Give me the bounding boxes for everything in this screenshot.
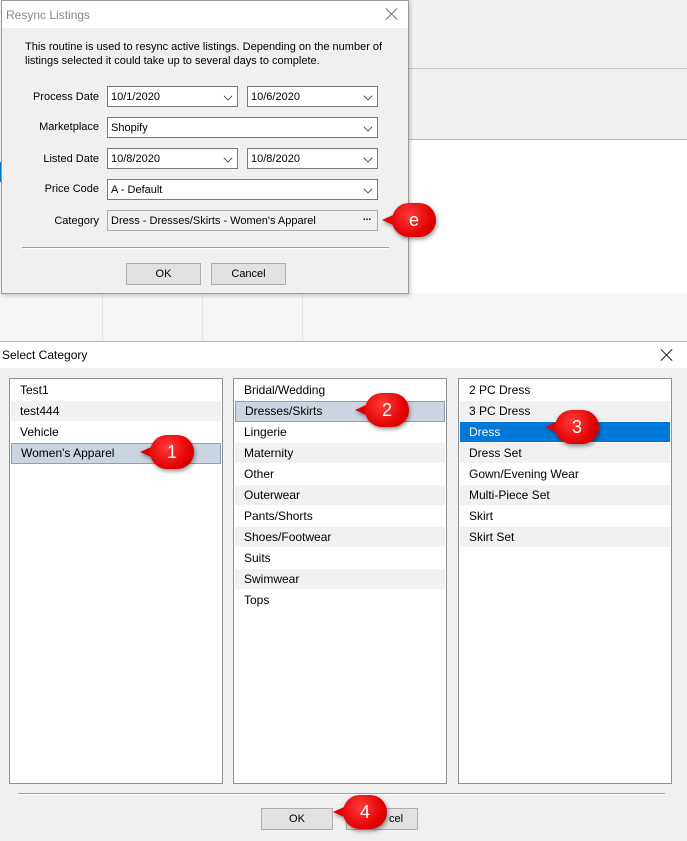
resync-ok-button[interactable]: OK — [126, 263, 201, 285]
callout-label: e — [392, 203, 436, 237]
select-category-ok-button[interactable]: OK — [261, 808, 333, 830]
listed-date-from-picker[interactable]: 10/8/2020 — [107, 148, 238, 169]
chevron-down-icon — [363, 184, 373, 194]
list-item[interactable]: Multi-Piece Set — [460, 485, 670, 506]
list-item[interactable]: Other — [235, 464, 445, 485]
list-item[interactable]: Swimwear — [235, 569, 445, 590]
list-item[interactable]: 2 PC Dress — [460, 380, 670, 401]
listed-date-from-value: 10/8/2020 — [111, 152, 160, 165]
list-item[interactable]: Suits — [235, 548, 445, 569]
select-category-titlebar: Select Category — [0, 342, 687, 368]
callout-1: 1 — [140, 435, 194, 469]
list-item[interactable]: test444 — [11, 401, 221, 422]
callout-label: 2 — [365, 393, 409, 427]
resync-listings-dialog: Resync Listings This routine is used to … — [1, 0, 409, 294]
callout-e: e — [382, 203, 436, 237]
process-date-from-value: 10/1/2020 — [111, 90, 160, 103]
process-date-from-picker[interactable]: 10/1/2020 — [107, 86, 238, 107]
list-item[interactable]: Test1 — [11, 380, 221, 401]
category-field: Dress - Dresses/Skirts - Women's Apparel… — [107, 210, 378, 231]
category-list-level2[interactable]: Bridal/Wedding Dresses/Skirts Lingerie M… — [233, 378, 447, 784]
price-code-label: Price Code — [44, 183, 99, 195]
background-toolbar — [408, 0, 687, 140]
close-icon[interactable] — [384, 6, 400, 22]
category-browse-button[interactable]: ... — [359, 213, 375, 228]
resync-dialog-title: Resync Listings — [6, 7, 91, 22]
chevron-down-icon — [223, 91, 233, 101]
price-code-select[interactable]: A - Default — [107, 179, 378, 200]
background-grid-line — [102, 293, 103, 341]
list-item[interactable]: Skirt — [460, 506, 670, 527]
list-item[interactable]: Outerwear — [235, 485, 445, 506]
callout-label: 4 — [343, 795, 387, 829]
category-value: Dress - Dresses/Skirts - Women's Apparel — [111, 214, 316, 227]
price-code-value: A - Default — [111, 183, 163, 196]
listed-date-label: Listed Date — [43, 153, 99, 165]
background-grid-line — [202, 293, 203, 341]
marketplace-value: Shopify — [111, 121, 148, 134]
callout-2: 2 — [355, 393, 409, 427]
callout-3: 3 — [545, 410, 599, 444]
process-date-to-value: 10/6/2020 — [251, 90, 300, 103]
callout-label: 1 — [150, 435, 194, 469]
resync-dialog-titlebar: Resync Listings — [2, 1, 408, 28]
process-date-label: Process Date — [32, 91, 99, 103]
marketplace-select[interactable]: Shopify — [107, 117, 378, 138]
chevron-down-icon — [363, 153, 373, 163]
resync-cancel-button[interactable]: Cancel — [211, 263, 286, 285]
list-item[interactable]: Lingerie — [235, 422, 445, 443]
resync-intro-text: This routine is used to resync active li… — [25, 41, 383, 67]
list-item[interactable]: Pants/Shorts — [235, 506, 445, 527]
background-grid-line — [302, 293, 303, 341]
category-label: Category — [54, 215, 99, 227]
background-grid-strip — [0, 293, 687, 341]
chevron-down-icon — [223, 153, 233, 163]
listed-date-to-picker[interactable]: 10/8/2020 — [247, 148, 378, 169]
callout-label: 3 — [555, 410, 599, 444]
background-divider — [408, 68, 687, 69]
list-item[interactable]: Dress Set — [460, 443, 670, 464]
process-date-to-picker[interactable]: 10/6/2020 — [247, 86, 378, 107]
marketplace-label: Marketplace — [39, 121, 99, 133]
list-item[interactable]: Skirt Set — [460, 527, 670, 548]
chevron-down-icon — [363, 122, 373, 132]
list-item[interactable]: Bridal/Wedding — [235, 380, 445, 401]
listed-date-to-value: 10/8/2020 — [251, 152, 300, 165]
list-item-selected[interactable]: Dresses/Skirts — [235, 401, 445, 422]
chevron-down-icon — [363, 91, 373, 101]
resync-separator — [22, 247, 389, 249]
list-item[interactable]: Maternity — [235, 443, 445, 464]
select-category-title: Select Category — [2, 348, 88, 362]
select-category-separator — [18, 793, 665, 795]
list-item[interactable]: Gown/Evening Wear — [460, 464, 670, 485]
list-item[interactable]: Shoes/Footwear — [235, 527, 445, 548]
list-item[interactable]: Tops — [235, 590, 445, 611]
close-icon[interactable] — [659, 347, 675, 363]
callout-4: 4 — [333, 795, 387, 829]
